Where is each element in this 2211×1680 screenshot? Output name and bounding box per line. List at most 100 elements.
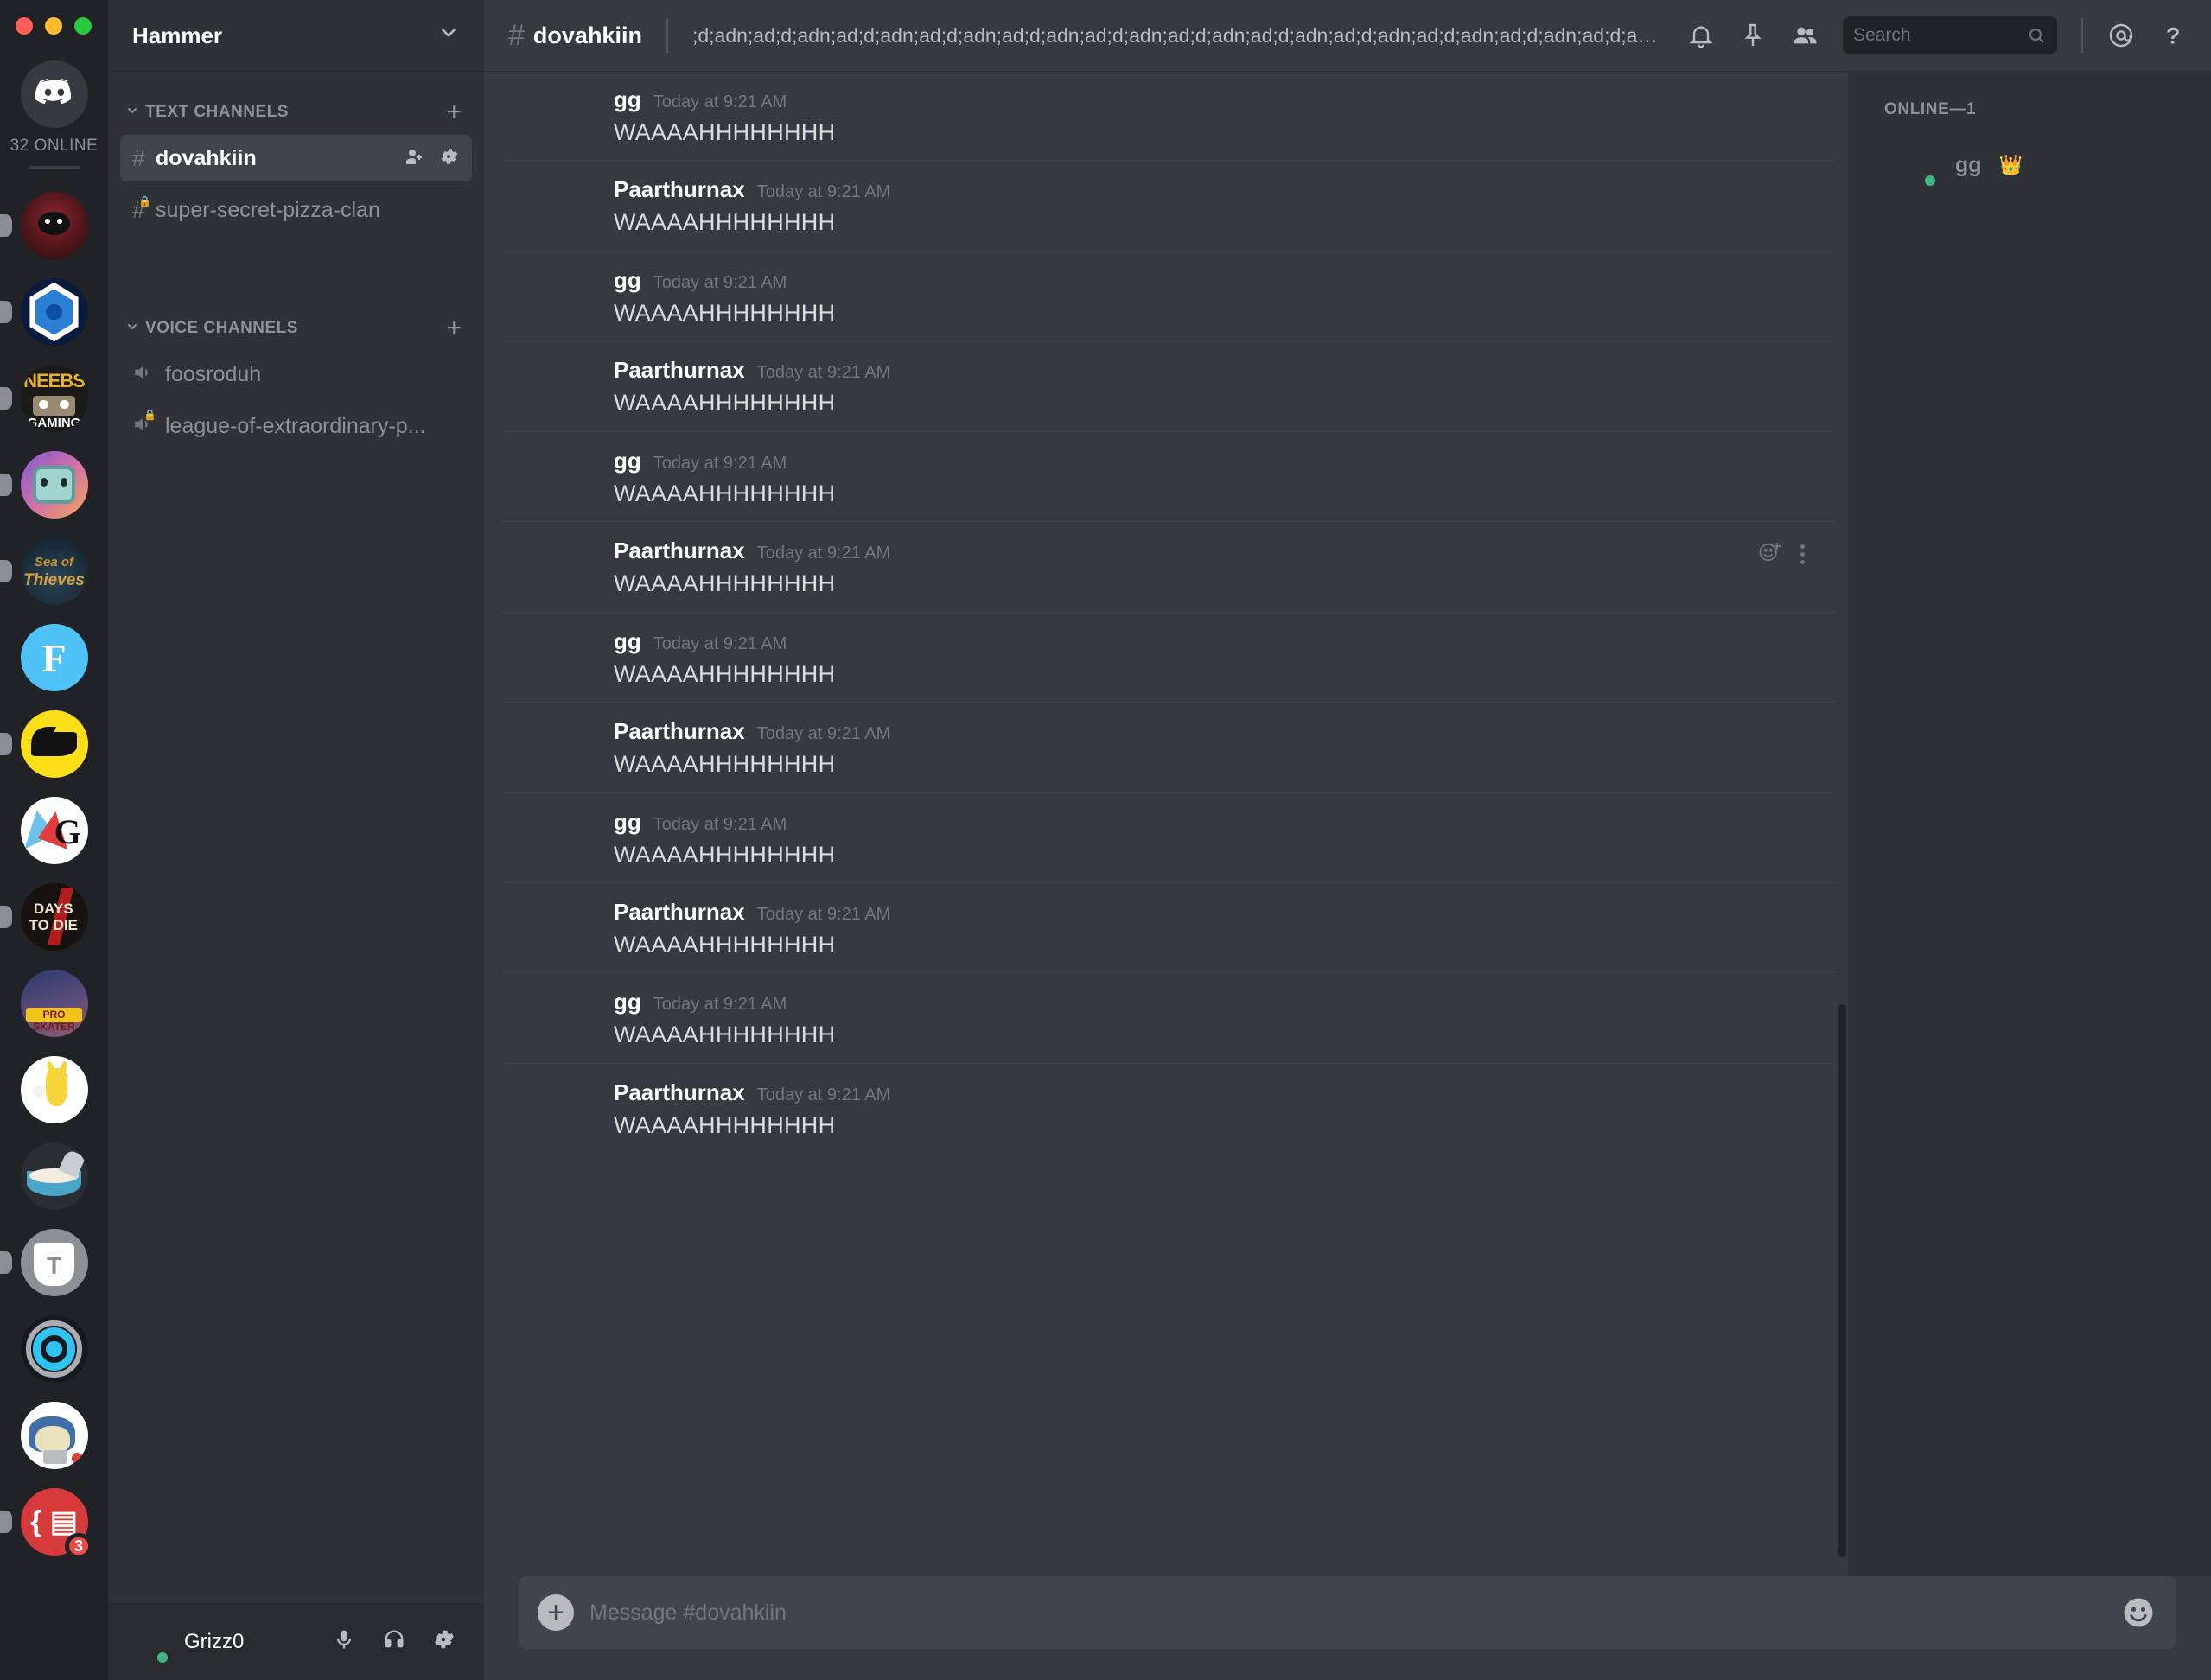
message-author[interactable]: Paarthurnax xyxy=(614,176,745,203)
message-author[interactable]: gg xyxy=(614,86,641,113)
sidebar-item-dovahkiin[interactable]: # dovahkiin xyxy=(120,135,472,181)
chevron-down-icon[interactable] xyxy=(125,320,139,337)
chevron-down-icon[interactable] xyxy=(437,22,460,49)
server-item-7-days-to-die[interactable]: DAYS TO DIE xyxy=(0,883,108,951)
server-item-red-hooded-figure[interactable] xyxy=(0,192,108,259)
avatar[interactable] xyxy=(536,357,589,410)
avatar[interactable] xyxy=(536,1079,589,1133)
server-item-blue-hex-logo[interactable] xyxy=(0,278,108,346)
scrollbar-thumb[interactable] xyxy=(1838,1004,1846,1557)
headphones-icon[interactable] xyxy=(382,1627,406,1656)
avatar[interactable] xyxy=(536,267,589,321)
list-item[interactable]: gg 👑 xyxy=(1860,135,2199,195)
gear-icon[interactable] xyxy=(432,1627,456,1656)
message-author[interactable]: Paarthurnax xyxy=(614,718,745,745)
server-item-g-logo-white[interactable]: G xyxy=(0,797,108,864)
avatar[interactable] xyxy=(536,718,589,772)
sidebar-item-super-secret-pizza-clan[interactable]: # super-secret-pizza-clan xyxy=(120,187,472,233)
category-voice-channels[interactable]: VOICE CHANNELS + xyxy=(108,311,484,346)
more-options-icon[interactable] xyxy=(1800,544,1805,565)
close-window-button[interactable] xyxy=(16,17,33,35)
avatar[interactable] xyxy=(124,1619,172,1667)
server-icon[interactable] xyxy=(20,1142,88,1210)
message-input[interactable]: Message #dovahkiin xyxy=(589,1600,2104,1626)
add-reaction-icon[interactable] xyxy=(1757,539,1783,570)
server-rail-home[interactable] xyxy=(0,60,108,128)
server-icon[interactable]: PRO SKATER xyxy=(20,970,88,1037)
server-item-red-script-logo[interactable]: { ▤ 3 xyxy=(0,1488,108,1559)
server-item-robot-tv-head[interactable] xyxy=(0,451,108,519)
message-author[interactable]: gg xyxy=(614,628,641,655)
chevron-down-icon[interactable] xyxy=(125,104,139,121)
avatar[interactable] xyxy=(536,899,589,952)
server-item-cereal-bowl[interactable] xyxy=(0,1142,108,1210)
messages-scrollbar[interactable] xyxy=(1836,71,1848,1576)
channel-name: league-of-extraordinary-p... xyxy=(165,413,426,438)
maximize-window-button[interactable] xyxy=(74,17,92,35)
server-icon[interactable] xyxy=(20,192,88,259)
avatar[interactable] xyxy=(536,809,589,862)
current-user-bar: Grizz0 xyxy=(108,1603,484,1680)
message-author[interactable]: Paarthurnax xyxy=(614,899,745,926)
emoji-picker-icon[interactable] xyxy=(2119,1594,2157,1632)
category-text-channels[interactable]: TEXT CHANNELS + xyxy=(108,95,484,130)
server-icon[interactable]: DAYS TO DIE xyxy=(20,883,88,951)
sidebar-item-foosroduh[interactable]: foosroduh xyxy=(120,351,472,398)
message-author[interactable]: gg xyxy=(614,267,641,294)
help-icon[interactable]: ? xyxy=(2159,22,2187,49)
server-icon[interactable]: G xyxy=(20,797,88,864)
server-item-pikachu-white[interactable] xyxy=(0,1056,108,1123)
server-item-sea-of-thieves[interactable]: Sea of Thieves xyxy=(0,538,108,605)
server-icon[interactable] xyxy=(20,710,88,778)
server-active-pill xyxy=(0,560,12,582)
server-icon[interactable] xyxy=(20,1315,88,1383)
server-item-blue-target-ring[interactable] xyxy=(0,1315,108,1383)
server-icon[interactable] xyxy=(20,1402,88,1469)
member-group-label: ONLINE—1 xyxy=(1884,100,1977,118)
server-item-t-logo-grey[interactable]: T xyxy=(0,1229,108,1296)
avatar[interactable] xyxy=(536,538,589,591)
avatar[interactable] xyxy=(536,989,589,1042)
pin-icon[interactable] xyxy=(1739,22,1767,49)
message-author[interactable]: gg xyxy=(614,448,641,474)
server-icon[interactable]: Sea of Thieves xyxy=(20,538,88,605)
server-icon[interactable] xyxy=(20,278,88,346)
avatar[interactable] xyxy=(536,448,589,501)
minimize-window-button[interactable] xyxy=(45,17,62,35)
message-author[interactable]: gg xyxy=(614,809,641,836)
server-item-corsair-yellow[interactable] xyxy=(0,710,108,778)
server-icon[interactable] xyxy=(20,1056,88,1123)
message-timestamp: Today at 9:21 AM xyxy=(653,92,787,111)
gear-icon[interactable] xyxy=(439,146,460,171)
add-attachment-button[interactable]: + xyxy=(538,1594,574,1631)
search-input[interactable]: Search xyxy=(1843,16,2057,54)
message-row: gg Today at 9:21 AM WAAAAHHHHHHHH xyxy=(501,430,1836,521)
avatar[interactable] xyxy=(536,628,589,682)
microphone-icon[interactable] xyxy=(332,1627,356,1656)
message-author[interactable]: Paarthurnax xyxy=(614,357,745,384)
message-composer[interactable]: + Message #dovahkiin xyxy=(519,1576,2176,1649)
message-author[interactable]: gg xyxy=(614,989,641,1015)
mentions-icon[interactable] xyxy=(2107,22,2135,49)
server-icon[interactable]: NEEBS GAMING xyxy=(20,365,88,432)
server-item-tony-hawk-pro-skater[interactable]: PRO SKATER xyxy=(0,970,108,1037)
create-invite-icon[interactable] xyxy=(405,146,425,171)
server-icon[interactable]: T xyxy=(20,1229,88,1296)
server-icon[interactable]: F xyxy=(20,624,88,691)
add-text-channel-button[interactable]: + xyxy=(446,99,462,125)
add-voice-channel-button[interactable]: + xyxy=(446,315,462,341)
members-icon[interactable] xyxy=(1791,22,1819,49)
server-item-f-logo-blue[interactable]: F xyxy=(0,624,108,691)
message-author[interactable]: Paarthurnax xyxy=(614,538,745,564)
message-hover-actions[interactable] xyxy=(1757,539,1805,570)
avatar[interactable] xyxy=(536,86,589,140)
server-icon[interactable] xyxy=(20,451,88,519)
server-item-snorlax-laptop[interactable] xyxy=(0,1402,108,1469)
avatar[interactable] xyxy=(536,176,589,230)
bell-icon[interactable] xyxy=(1687,22,1715,49)
server-item-neebs-gaming[interactable]: NEEBS GAMING xyxy=(0,365,108,432)
sidebar-item-league-of-extraordinary-p[interactable]: 🔒 league-of-extraordinary-p... xyxy=(120,403,472,449)
guild-header[interactable]: Hammer xyxy=(108,0,484,71)
discord-home-icon[interactable] xyxy=(20,60,88,128)
message-author[interactable]: Paarthurnax xyxy=(614,1079,745,1106)
